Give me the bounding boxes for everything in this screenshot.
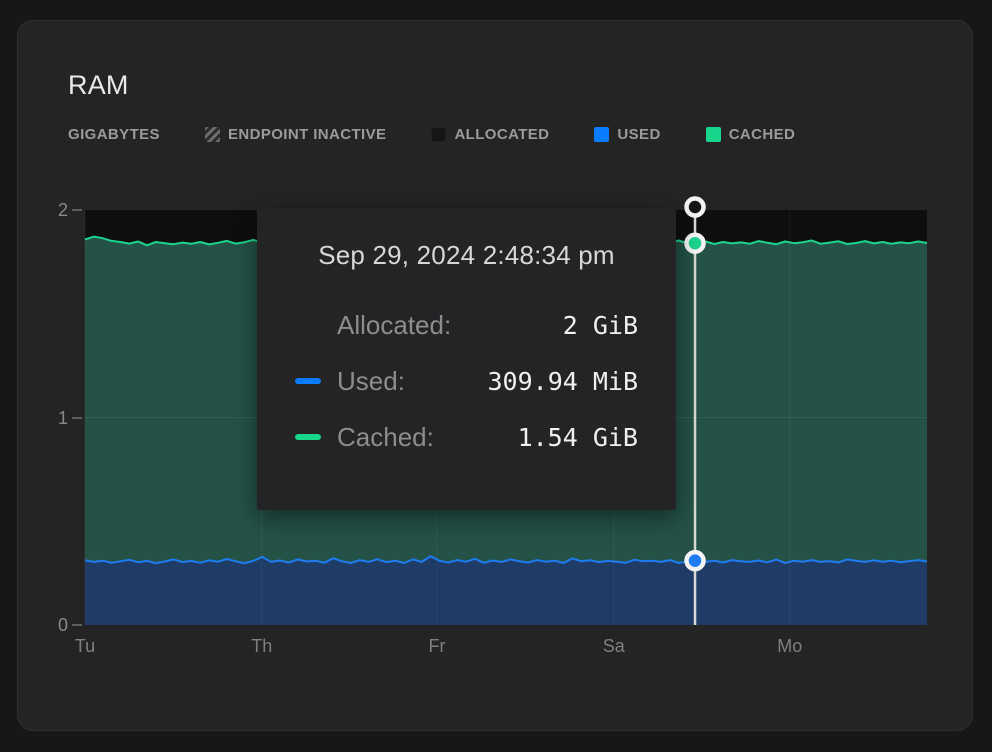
x-tick-label: Th [242,636,282,657]
tooltip-row-label: Allocated: [337,310,451,341]
legend-item-label: CACHED [729,126,796,143]
tooltip-row-label: Used: [337,366,405,397]
y-tick-label: 0 [58,615,68,635]
y-tick-mark [72,624,82,626]
tooltip-rows: Allocated: 2 GiB Used: 309.94 MiB Cached… [295,310,638,452]
chart-tooltip: Sep 29, 2024 2:48:34 pm Allocated: 2 GiB… [257,208,676,510]
legend-unit-label: GIGABYTES [68,126,160,143]
used-area [85,556,927,625]
tooltip-row-label: Cached: [337,422,434,453]
legend-item-label: ALLOCATED [454,126,549,143]
tooltip-timestamp: Sep 29, 2024 2:48:34 pm [295,238,638,272]
crosshair-marker-used [687,552,704,569]
square-swatch-icon [431,127,446,142]
crosshair-marker-cached [687,235,704,252]
x-axis: TuThFrSaMo [85,636,927,660]
chart-legend: GIGABYTES ENDPOINT INACTIVE ALLOCATED US… [68,123,795,145]
hatch-swatch-icon [205,127,220,142]
tooltip-row-value: 309.94 MiB [487,367,638,396]
legend-item-label: USED [617,126,660,143]
legend-item-used[interactable]: USED [594,126,660,143]
x-tick-label: Tu [65,636,105,657]
y-tick-mark [72,417,82,419]
y-axis: 012 [40,210,85,625]
legend-item-allocated[interactable]: ALLOCATED [431,126,549,143]
y-tick-label: 2 [58,200,68,220]
y-tick-label: 1 [58,408,68,428]
page-title: RAM [68,70,129,101]
used-dash-icon [295,378,321,384]
x-tick-label: Mo [770,636,810,657]
tooltip-row-used: Used: 309.94 MiB [295,366,638,396]
tooltip-row-cached: Cached: 1.54 GiB [295,422,638,452]
allocated-dash-placeholder [295,322,321,328]
x-tick-label: Sa [594,636,634,657]
y-tick-mark [72,209,82,211]
legend-item-label: ENDPOINT INACTIVE [228,126,386,143]
crosshair-marker-allocated [687,199,704,216]
legend-item-endpoint-inactive[interactable]: ENDPOINT INACTIVE [205,126,386,143]
tooltip-row-allocated: Allocated: 2 GiB [295,310,638,340]
cached-dash-icon [295,434,321,440]
tooltip-row-value: 2 GiB [563,311,638,340]
legend-unit: GIGABYTES [68,126,160,143]
square-swatch-icon [706,127,721,142]
square-swatch-icon [594,127,609,142]
x-tick-label: Fr [417,636,457,657]
legend-item-cached[interactable]: CACHED [706,126,796,143]
tooltip-row-value: 1.54 GiB [518,423,638,452]
